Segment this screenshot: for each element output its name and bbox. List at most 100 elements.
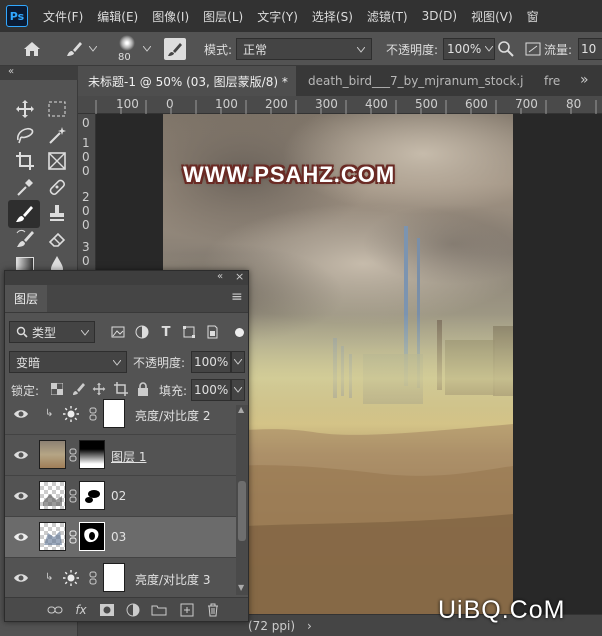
chain-link-icon[interactable] [69, 489, 77, 503]
move-tool-icon[interactable] [10, 96, 40, 122]
menu-3d[interactable]: 3D(D) [415, 9, 464, 23]
filter-shape-layer-icon[interactable] [180, 323, 198, 341]
layer-row-selected[interactable]: 03 [5, 516, 236, 557]
layer-name[interactable]: 02 [111, 489, 126, 503]
menu-edit[interactable]: 编辑(E) [90, 8, 145, 25]
layer-blend-mode-select[interactable]: 变暗 [9, 351, 127, 373]
filter-adjustment-layer-icon[interactable] [133, 323, 151, 341]
frame-tool-icon[interactable] [42, 148, 72, 174]
photoshop-logo[interactable]: Ps [6, 5, 28, 27]
chain-link-icon[interactable] [89, 571, 97, 585]
tab-document-fre[interactable]: fre [534, 66, 574, 96]
healing-brush-tool-icon[interactable] [42, 174, 72, 200]
new-group-folder-icon[interactable] [151, 602, 167, 618]
menu-select[interactable]: 选择(S) [305, 8, 360, 25]
layer-mask-thumbnail-active[interactable] [79, 522, 105, 551]
history-brush-tool-icon[interactable] [10, 226, 40, 252]
visibility-eye-icon[interactable] [13, 406, 29, 422]
layer-mask-thumbnail[interactable] [103, 399, 125, 428]
tab-overflow-icon[interactable]: » [580, 72, 589, 88]
menu-file[interactable]: 文件(F) [36, 8, 90, 25]
menu-image[interactable]: 图像(I) [145, 8, 196, 25]
magic-wand-tool-icon[interactable] [42, 122, 72, 148]
visibility-eye-icon[interactable] [13, 529, 29, 545]
layer-row[interactable]: 图层 1 [5, 434, 236, 475]
visibility-eye-icon[interactable] [13, 570, 29, 586]
layer-row[interactable]: 02 [5, 475, 236, 516]
visibility-eye-icon[interactable] [13, 488, 29, 504]
brush-preview-icon[interactable] [116, 34, 138, 52]
brush-airbrush-icon[interactable] [524, 41, 542, 57]
layer-thumbnail[interactable] [39, 440, 66, 469]
menu-view[interactable]: 视图(V) [464, 8, 520, 25]
layer-opacity-input[interactable]: 100% [191, 351, 231, 373]
layer-list[interactable]: ↳ 亮度/对比度 2 图层 1 02 03 ↳ 亮度/对比度 3 [5, 399, 236, 597]
chain-link-icon[interactable] [69, 448, 77, 462]
tab-document-active[interactable]: 未标题-1 @ 50% (03, 图层蒙版/8) * × [78, 66, 296, 96]
panel-menu-icon[interactable]: ≡ [231, 289, 243, 305]
fill-chevron-button[interactable] [231, 379, 245, 401]
scrollbar-thumb[interactable] [238, 481, 246, 541]
status-arrow-icon[interactable]: › [307, 619, 312, 633]
brush-tool-icon[interactable] [62, 38, 86, 60]
layer-effects-fx-icon[interactable]: fx [73, 602, 89, 618]
menu-type[interactable]: 文字(Y) [250, 8, 305, 25]
add-layer-mask-icon[interactable] [99, 602, 115, 618]
horizontal-ruler[interactable]: 100 0 100 200 300 400 500 600 700 80 [78, 96, 602, 114]
new-layer-icon[interactable] [179, 602, 195, 618]
layer-name[interactable]: 亮度/对比度 2 [135, 407, 211, 424]
tab-document-death-bird[interactable]: death_bird___7_by_mjranum_stock.jpg × [298, 66, 524, 96]
panel-close-icon[interactable]: × [235, 270, 244, 283]
eyedropper-tool-icon[interactable] [10, 174, 40, 200]
layer-thumbnail[interactable] [39, 522, 66, 551]
lock-image-pixels-icon[interactable] [71, 381, 87, 397]
scroll-down-icon[interactable]: ▼ [238, 583, 244, 592]
home-icon[interactable] [20, 38, 44, 60]
brush-preset-chevron-down-icon[interactable] [88, 44, 98, 54]
chain-link-icon[interactable] [89, 407, 97, 421]
layer-mask-thumbnail[interactable] [79, 440, 105, 469]
fill-input[interactable]: 100% [191, 379, 231, 401]
menu-filter[interactable]: 滤镜(T) [360, 8, 415, 25]
menu-layer[interactable]: 图层(L) [196, 8, 250, 25]
flow-input[interactable]: 10 [578, 38, 602, 60]
crop-tool-icon[interactable] [10, 148, 40, 174]
layer-filter-select[interactable]: 类型 [9, 321, 95, 343]
layer-mask-thumbnail[interactable] [103, 563, 125, 592]
layer-row[interactable]: ↳ 亮度/对比度 2 [5, 399, 236, 434]
layer-opacity-chevron-button[interactable] [231, 351, 245, 373]
filter-type-layer-icon[interactable]: T [157, 323, 175, 341]
delete-layer-trash-icon[interactable] [205, 602, 221, 618]
layer-name[interactable]: 亮度/对比度 3 [135, 571, 211, 588]
brush-settings-panel-icon[interactable] [164, 38, 186, 60]
filter-toggle-icon[interactable] [233, 323, 245, 341]
marquee-tool-icon[interactable] [42, 96, 72, 122]
filter-pixel-layer-icon[interactable] [109, 323, 127, 341]
tab-layers[interactable]: 图层 [5, 285, 47, 312]
visibility-eye-icon[interactable] [13, 447, 29, 463]
layer-row[interactable]: ↳ 亮度/对比度 3 [5, 557, 236, 597]
chain-link-icon[interactable] [69, 530, 77, 544]
lock-position-icon[interactable] [91, 381, 107, 397]
lock-transparent-pixels-icon[interactable] [49, 381, 65, 397]
lock-all-icon[interactable] [135, 381, 151, 397]
clone-stamp-tool-icon[interactable] [42, 200, 72, 226]
opacity-chevron-icon[interactable] [484, 44, 494, 54]
layer-name[interactable]: 03 [111, 530, 126, 544]
scroll-up-icon[interactable]: ▲ [238, 405, 244, 414]
brush-tool-selected-icon[interactable] [8, 200, 40, 228]
new-adjustment-layer-icon[interactable] [125, 602, 141, 618]
panel-collapse-icon[interactable]: « [217, 271, 223, 282]
lock-artboard-icon[interactable] [113, 381, 129, 397]
brush-size-chevron-down-icon[interactable] [142, 44, 152, 54]
filter-smart-object-icon[interactable] [203, 323, 221, 341]
layer-mask-thumbnail[interactable] [79, 481, 105, 510]
layer-name[interactable]: 图层 1 [111, 448, 146, 465]
blend-mode-select[interactable]: 正常 [236, 38, 372, 60]
pressure-opacity-icon[interactable] [496, 39, 516, 59]
link-layers-icon[interactable] [47, 602, 63, 618]
layer-list-scrollbar[interactable]: ▲ ▼ [236, 405, 248, 595]
eraser-tool-icon[interactable] [42, 226, 72, 252]
lasso-tool-icon[interactable] [10, 122, 40, 148]
menu-window[interactable]: 窗 [520, 8, 546, 25]
